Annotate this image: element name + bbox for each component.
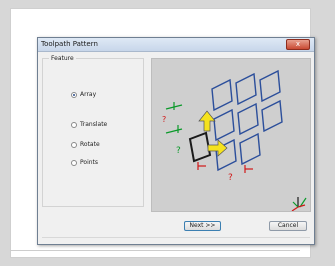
unknown-spacing-mark: ? [228,173,233,183]
close-icon: x [295,40,301,48]
pattern-preview-panel: ? ? ? [151,58,311,212]
radio-button[interactable] [71,121,77,128]
feature-groupbox: Feature Array Translate Rotate Points [42,54,144,207]
toolpath-pattern-dialog: Toolpath Pattern x Feature Array Transla… [37,37,315,245]
next-button[interactable]: Next >> [184,221,221,231]
radio-button-checked[interactable] [71,91,77,98]
radio-label-array: Array [80,91,97,98]
background-divider [10,250,300,251]
dialog-bottom-divider [42,237,310,238]
radio-label-translate: Translate [80,121,108,128]
unknown-spacing-mark: ? [176,146,181,156]
feature-group-label: Feature [49,54,76,63]
pattern-grid-illustration: ? ? ? [162,69,307,212]
unknown-spacing-mark: ? [162,115,166,124]
radio-button[interactable] [71,141,77,148]
radio-label-points: Points [80,159,99,166]
arrow-up-icon [198,110,216,132]
grid-cell [237,102,259,136]
axis-x-line [291,206,299,212]
radio-option-array[interactable]: Array [71,90,96,99]
radio-option-rotate[interactable]: Rotate [71,140,100,149]
dialog-titlebar[interactable]: Toolpath Pattern x [38,38,314,52]
dialog-title: Toolpath Pattern [41,40,98,48]
selected-cell [188,131,212,163]
radio-button[interactable] [71,159,77,166]
radio-option-translate[interactable]: Translate [71,120,107,129]
grid-cell [239,132,261,166]
arrow-right-icon [207,139,228,157]
grid-cell [235,72,257,106]
grid-cell [211,78,233,112]
grid-cell [259,69,281,103]
cancel-button[interactable]: Cancel [269,221,307,231]
grid-cell [261,99,283,133]
grid-cell [213,108,235,142]
radio-label-rotate: Rotate [80,141,100,148]
radio-option-points[interactable]: Points [71,158,98,167]
dimension-line [165,128,183,134]
close-button[interactable]: x [286,39,310,50]
